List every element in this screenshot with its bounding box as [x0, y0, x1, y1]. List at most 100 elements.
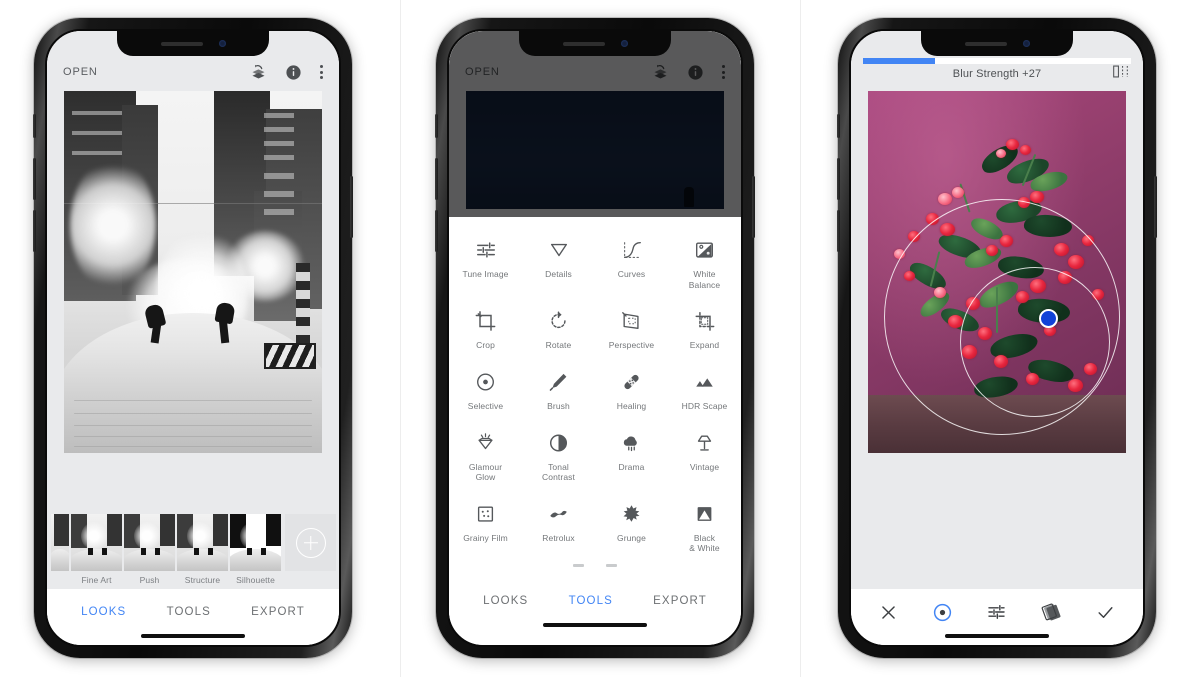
- tool-white-balance[interactable]: White Balance: [668, 231, 741, 298]
- tool-label: Brush: [547, 400, 570, 411]
- edited-photo-dimmed[interactable]: [466, 91, 724, 209]
- home-indicator[interactable]: [945, 634, 1049, 638]
- info-icon[interactable]: [687, 64, 704, 81]
- look-thumbnail[interactable]: [124, 514, 175, 571]
- edited-photo-blackwhite[interactable]: [64, 91, 322, 453]
- undo-stack-icon[interactable]: [250, 64, 267, 81]
- retrolux-icon: [547, 501, 570, 527]
- tool-drama[interactable]: Drama: [595, 424, 668, 491]
- tab-export[interactable]: EXPORT: [251, 606, 305, 618]
- look-item-push[interactable]: Push: [124, 514, 175, 585]
- power-button[interactable]: [350, 176, 353, 238]
- tool-retrolux[interactable]: Retrolux: [522, 495, 595, 562]
- tool-label: Grunge: [617, 532, 646, 543]
- tool-tonal-contrast[interactable]: Tonal Contrast: [522, 424, 595, 491]
- open-button[interactable]: OPEN: [63, 66, 98, 78]
- phone-mockup-looks: OPEN Fine Art Push Structure Silhouette …: [33, 18, 353, 658]
- tool-curves[interactable]: Curves: [595, 231, 668, 298]
- tool-glamour-glow[interactable]: Glamour Glow: [449, 424, 522, 491]
- tool-grainy-film[interactable]: Grainy Film: [449, 495, 522, 562]
- selective-control-handle[interactable]: [1039, 309, 1058, 328]
- front-camera: [218, 40, 226, 47]
- volume-down-button[interactable]: [435, 210, 438, 252]
- home-indicator[interactable]: [141, 634, 245, 638]
- phone-mockup-tools: OPEN Tune Image Details Curves White Bal…: [435, 18, 755, 658]
- selective-target-button[interactable]: [926, 595, 960, 629]
- looks-filter-strip[interactable]: Fine Art Push Structure Silhouette: [47, 514, 339, 589]
- compare-split-icon[interactable]: [1112, 64, 1129, 84]
- phone-screen-bezel: Blur Strength +27: [849, 29, 1145, 647]
- tab-tools[interactable]: TOOLS: [569, 595, 613, 607]
- tool-brush[interactable]: Brush: [522, 363, 595, 420]
- tonal-contrast-icon: [547, 430, 570, 456]
- tool-rotate[interactable]: Rotate: [522, 302, 595, 359]
- look-item-silhouette[interactable]: Silhouette: [230, 514, 281, 585]
- hdr-mountain-icon: [693, 369, 716, 395]
- tool-label: Perspective: [608, 340, 655, 351]
- look-item-structure[interactable]: Structure: [177, 514, 228, 585]
- tool-crop[interactable]: Crop: [449, 302, 522, 359]
- phone-mockup-selective-edit: Blur Strength +27: [837, 18, 1157, 658]
- volume-up-button[interactable]: [837, 158, 840, 200]
- undo-stack-icon[interactable]: [652, 64, 669, 81]
- apply-button[interactable]: [1089, 595, 1123, 629]
- look-thumbnail[interactable]: [230, 514, 281, 571]
- volume-down-button[interactable]: [33, 210, 36, 252]
- white-balance-icon: [693, 237, 716, 263]
- look-thumbnail[interactable]: [71, 514, 122, 571]
- tool-healing[interactable]: Healing: [595, 363, 668, 420]
- tool-label: White Balance: [688, 269, 721, 290]
- look-label: Fine Art: [81, 575, 112, 585]
- glamour-glow-icon: [474, 430, 497, 456]
- front-camera: [620, 40, 628, 47]
- tool-selective[interactable]: Selective: [449, 363, 522, 420]
- overflow-menu-icon[interactable]: [722, 65, 725, 79]
- front-camera: [1022, 40, 1030, 47]
- open-button[interactable]: OPEN: [465, 66, 500, 78]
- bottom-tab-bar: LOOKS TOOLS EXPORT: [47, 589, 339, 645]
- power-button[interactable]: [752, 176, 755, 238]
- mute-switch[interactable]: [435, 114, 438, 138]
- tab-looks[interactable]: LOOKS: [81, 606, 126, 618]
- app-screen-looks: OPEN Fine Art Push Structure Silhouette …: [47, 31, 339, 645]
- mute-switch[interactable]: [837, 114, 840, 138]
- overflow-menu-icon[interactable]: [320, 65, 323, 79]
- tool-black-and-white[interactable]: Black & White: [668, 495, 741, 562]
- photo-canvas-area[interactable]: [851, 91, 1143, 589]
- tool-perspective[interactable]: Perspective: [595, 302, 668, 359]
- adjust-sliders-button[interactable]: [980, 595, 1014, 629]
- look-item-partial[interactable]: [51, 514, 69, 571]
- tab-export[interactable]: EXPORT: [653, 595, 707, 607]
- mute-switch[interactable]: [33, 114, 36, 138]
- edited-photo-flowers[interactable]: [868, 91, 1126, 453]
- look-item-fine-art[interactable]: Fine Art: [71, 514, 122, 585]
- tool-label: Vintage: [689, 461, 720, 472]
- add-look-button[interactable]: [285, 514, 336, 571]
- tab-looks[interactable]: LOOKS: [483, 595, 528, 607]
- cancel-button[interactable]: [871, 595, 905, 629]
- home-indicator[interactable]: [543, 623, 647, 627]
- tool-details[interactable]: Details: [522, 231, 595, 298]
- tool-label: Retrolux: [542, 532, 575, 543]
- earpiece-speaker: [562, 41, 605, 46]
- device-notch: [921, 31, 1073, 56]
- volume-up-button[interactable]: [435, 158, 438, 200]
- info-icon[interactable]: [285, 64, 302, 81]
- tool-grunge[interactable]: Grunge: [595, 495, 668, 562]
- power-button[interactable]: [1154, 176, 1157, 238]
- tab-tools[interactable]: TOOLS: [167, 606, 211, 618]
- tool-vintage[interactable]: Vintage: [668, 424, 741, 491]
- volume-up-button[interactable]: [33, 158, 36, 200]
- stacks-button[interactable]: [1034, 595, 1068, 629]
- slider-title-row: Blur Strength +27: [851, 57, 1143, 91]
- photo-canvas-area[interactable]: [47, 91, 339, 514]
- tools-grid: Tune Image Details Curves White Balance …: [449, 231, 741, 562]
- tool-tune-image[interactable]: Tune Image: [449, 231, 522, 298]
- photo-canvas-area[interactable]: [449, 91, 741, 217]
- tool-label: HDR Scape: [681, 400, 728, 411]
- tool-expand[interactable]: Expand: [668, 302, 741, 359]
- blur-strength-label: Blur Strength +27: [952, 68, 1042, 80]
- volume-down-button[interactable]: [837, 210, 840, 252]
- tool-hdr-scape[interactable]: HDR Scape: [668, 363, 741, 420]
- look-thumbnail[interactable]: [177, 514, 228, 571]
